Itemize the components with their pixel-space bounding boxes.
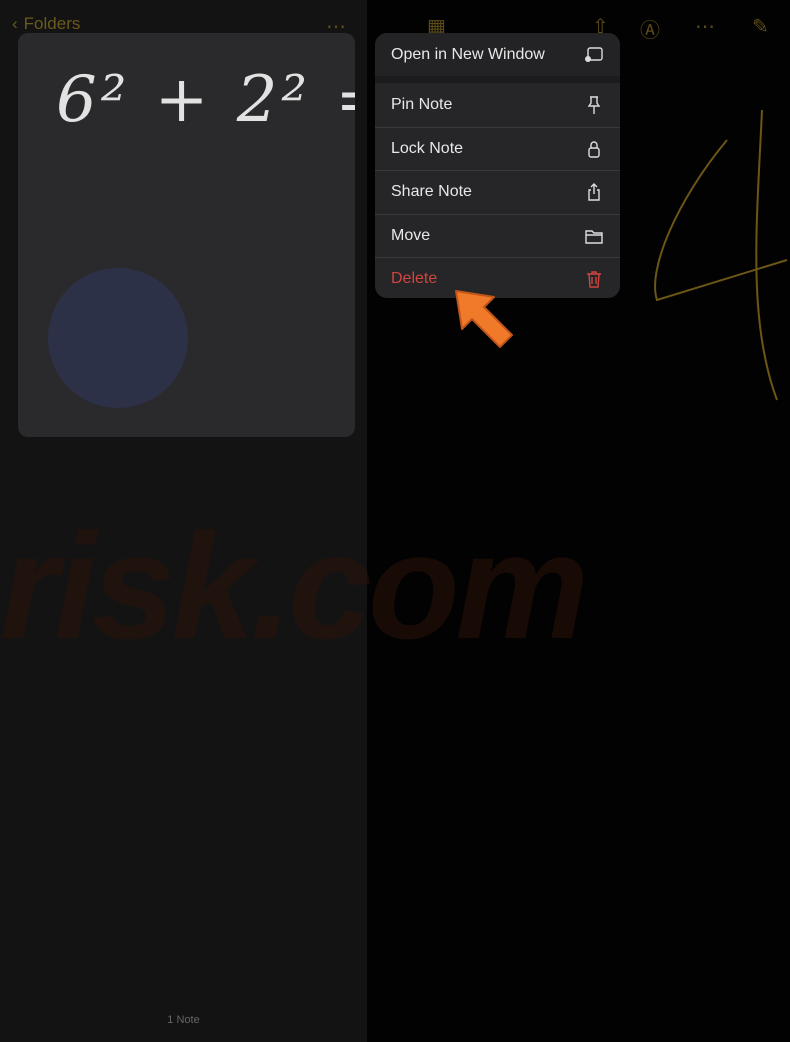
context-menu: Open in New Window Pin Note Lock Note Sh… [375,33,620,298]
handwriting-stroke [654,109,788,401]
menu-label: Delete [391,270,438,288]
menu-label: Open in New Window [391,45,545,63]
folder-icon [585,230,603,244]
lock-icon [588,141,600,158]
trash-icon [587,271,601,288]
share-icon [588,183,600,201]
handwriting-preview: 6² + 2² = 4 [56,63,355,137]
compose-icon[interactable]: ✎ [752,14,769,39]
menu-item-move[interactable]: Move [375,213,620,258]
back-button[interactable]: ‹ Folders [12,14,80,34]
menu-item-lock-note[interactable]: Lock Note [375,126,620,171]
pointer-arrow-annotation [455,290,513,348]
watermark: risk.com [0,502,589,670]
markup-icon[interactable]: Ⓐ [640,14,660,43]
note-preview-card: 6² + 2² = 4 [18,33,355,437]
menu-label: Pin Note [391,95,453,113]
menu-label: Lock Note [391,139,464,157]
menu-label: Share Note [391,183,472,201]
more-options-icon[interactable]: ⋯ [695,14,715,39]
chevron-left-icon: ‹ [12,14,18,33]
menu-item-pin-note[interactable]: Pin Note [375,83,620,127]
new-window-icon [585,46,603,62]
menu-label: Move [391,226,431,244]
note-count: 1 Note [167,1014,200,1026]
menu-item-open-new-window[interactable]: Open in New Window [375,33,620,76]
pin-icon [587,96,601,114]
back-label: Folders [23,14,81,33]
menu-item-share-note[interactable]: Share Note [375,170,620,214]
